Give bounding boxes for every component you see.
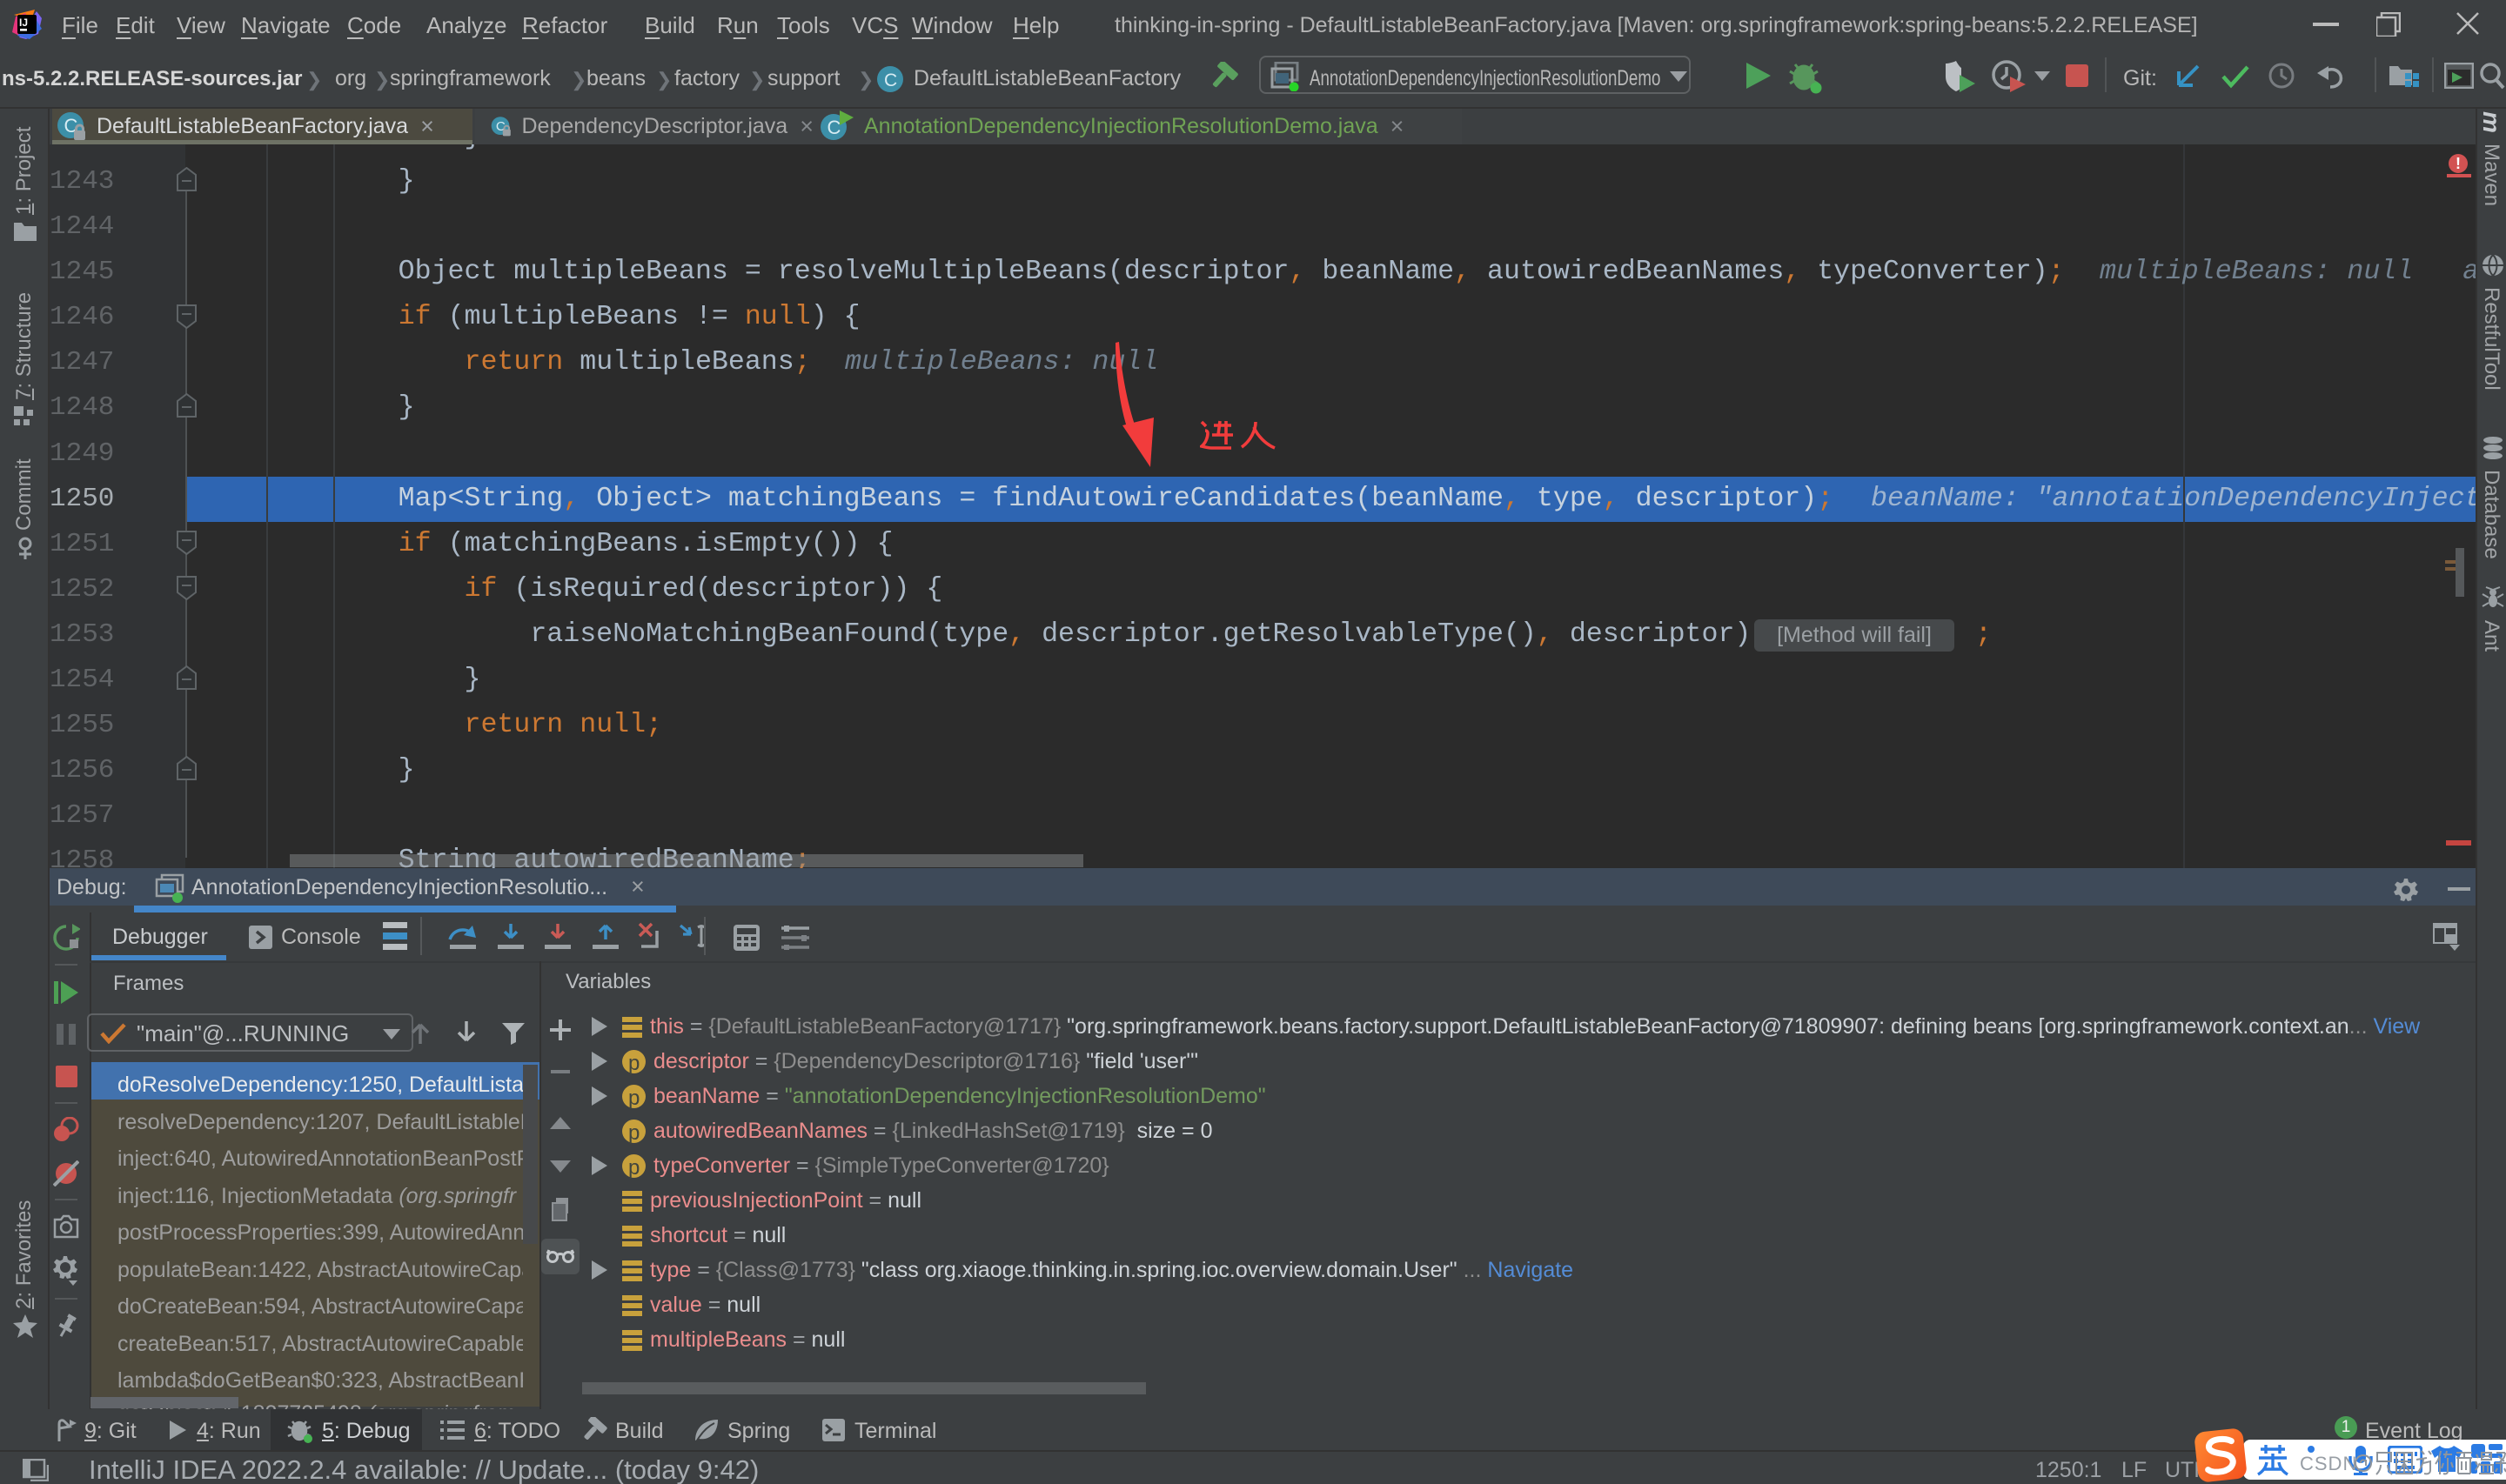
svg-text:C: C — [828, 117, 841, 138]
svg-text:C: C — [884, 70, 897, 90]
svg-text:IJ: IJ — [19, 17, 28, 29]
